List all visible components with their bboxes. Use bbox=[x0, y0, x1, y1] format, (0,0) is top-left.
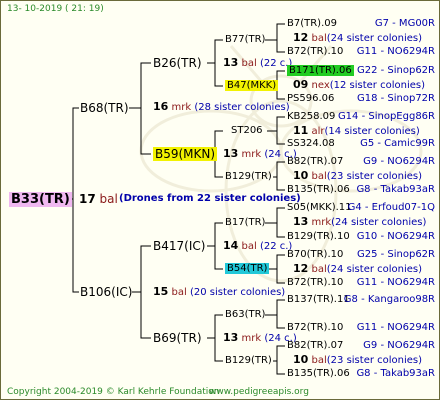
drone-row-1: 12 bal(24 sister colonies) bbox=[293, 31, 423, 45]
queen-b135-b[interactable]: B135(TR).06 bbox=[287, 368, 350, 380]
queen-b82-a[interactable]: B82(TR).07 bbox=[287, 156, 343, 168]
queen-b129-c[interactable]: B129(TR).10 bbox=[287, 231, 350, 243]
gen2-drone-info-2: 13 mrk (24 c.) bbox=[223, 147, 297, 161]
queen-b47[interactable]: B47(MKK) bbox=[225, 80, 279, 92]
queen-b69[interactable]: B69(TR) bbox=[153, 331, 202, 345]
drone-row-3: 11 alr(14 sister colonies) bbox=[293, 124, 420, 138]
queen-b59[interactable]: B59(MKN) bbox=[153, 147, 218, 161]
queen-b129-b[interactable]: B129(TR) bbox=[225, 355, 272, 367]
code-2: G11 - NO6294R bbox=[356, 46, 435, 57]
queen-b7[interactable]: B7(TR).09 bbox=[287, 18, 337, 30]
code-13: G8 - Kangaroo98R bbox=[343, 294, 435, 305]
queen-b129-a[interactable]: B129(TR) bbox=[225, 171, 272, 183]
drone-row-5: 13 mrk(24 sister colonies) bbox=[293, 215, 427, 229]
code-4: G18 - Sinop72R bbox=[356, 93, 435, 104]
code-1: G7 - MG00R bbox=[374, 18, 435, 29]
code-12: G11 - NO6294R bbox=[356, 277, 435, 288]
code-14: G11 - NO6294R bbox=[356, 322, 435, 333]
queen-b137[interactable]: B137(TR).11 bbox=[287, 294, 350, 306]
drone-row-7: 10 bal(23 sister colonies) bbox=[293, 353, 423, 367]
queen-b417[interactable]: B417(IC) bbox=[153, 239, 205, 253]
code-9: G4 - Erfoud07-1Q bbox=[347, 202, 435, 213]
queen-b54[interactable]: B54(TR) bbox=[225, 263, 270, 275]
queen-b72-a[interactable]: B72(TR).10 bbox=[287, 46, 343, 58]
queen-b17[interactable]: B17(TR) bbox=[225, 217, 265, 229]
queen-b77[interactable]: B77(TR) bbox=[225, 34, 265, 46]
drone-row-4: 10 bal(23 sister colonies) bbox=[293, 169, 423, 183]
code-7: G9 - NO6294R bbox=[363, 156, 435, 167]
gen1-drone-info-2: 15 bal (20 sister colonies) bbox=[153, 285, 286, 299]
code-15: G9 - NO6294R bbox=[363, 340, 435, 351]
queen-kb258[interactable]: KB258.09 bbox=[287, 111, 335, 123]
queen-ss324[interactable]: SS324.08 bbox=[287, 138, 335, 150]
queen-b135-a[interactable]: B135(TR).06 bbox=[287, 184, 350, 196]
queen-b171[interactable]: B171(TR).06 bbox=[287, 65, 354, 77]
queen-st206[interactable]: ST206 bbox=[231, 125, 263, 137]
code-8: G8 - Takab93aR bbox=[356, 184, 435, 195]
pedigree-chart: 13- 10-2019 ( 21: 19) Copyright 2004-201… bbox=[0, 0, 440, 400]
queen-b82-b[interactable]: B82(TR).07 bbox=[287, 340, 343, 352]
code-11: G25 - Sinop62R bbox=[356, 249, 435, 260]
code-3: G22 - Sinop62R bbox=[356, 65, 435, 76]
gen2-drone-info-4: 13 mrk (24 c.) bbox=[223, 331, 297, 345]
print-date: 13- 10-2019 ( 21: 19) bbox=[7, 4, 104, 14]
drone-row-2: 09 nex(12 sister colonies) bbox=[293, 78, 425, 92]
queen-b70[interactable]: B70(TR).10 bbox=[287, 249, 343, 261]
queen-b26[interactable]: B26(TR) bbox=[153, 56, 202, 70]
code-10: G10 - NO6294R bbox=[356, 231, 435, 242]
queen-ps596[interactable]: PS596.06 bbox=[287, 93, 334, 105]
gen3-drone-info-1: 13 bal (22 c.) bbox=[223, 56, 293, 70]
queen-s05[interactable]: S05(MKK).11 bbox=[287, 202, 352, 214]
root-drone-info: 17 bal bbox=[79, 192, 118, 206]
gen2-drone-info-3: 14 bal (22 c.) bbox=[223, 239, 293, 253]
gen1-drone-info-1: 16 mrk (28 sister colonies) bbox=[153, 100, 290, 114]
site-link[interactable]: www.pedigreeapis.org bbox=[209, 386, 309, 398]
code-16: G8 - Takab93aR bbox=[356, 368, 435, 379]
queen-b68[interactable]: B68(TR) bbox=[80, 101, 129, 115]
drone-row-6: 12 bal(24 sister colonies) bbox=[293, 262, 423, 276]
root-drone-note: (Drones from 22 sister colonies) bbox=[119, 193, 301, 204]
copyright: Copyright 2004-2019 © Karl Kehrle Founda… bbox=[7, 387, 220, 397]
queen-b63[interactable]: B63(TR) bbox=[225, 309, 265, 321]
code-6: G5 - Camic99R bbox=[360, 138, 435, 149]
queen-b106[interactable]: B106(IC) bbox=[80, 285, 132, 299]
code-5: G14 - SinopEgg86R bbox=[337, 111, 435, 122]
queen-b72-c[interactable]: B72(TR).10 bbox=[287, 322, 343, 334]
queen-b72-b[interactable]: B72(TR).10 bbox=[287, 277, 343, 289]
root-queen[interactable]: B33(TR) bbox=[9, 192, 72, 207]
